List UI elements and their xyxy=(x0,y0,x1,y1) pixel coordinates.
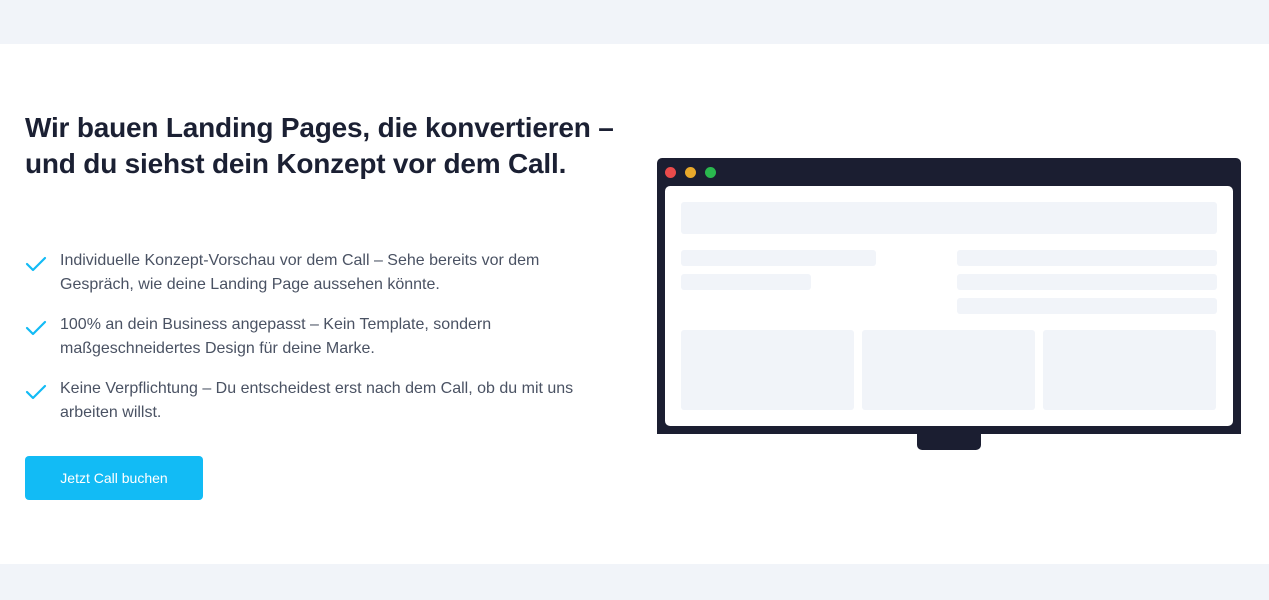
feature-list: Individuelle Konzept-Vorschau vor dem Ca… xyxy=(25,249,605,441)
hero-text-column: Wir bauen Landing Pages, die konvertiere… xyxy=(25,110,625,182)
placeholder-line xyxy=(957,274,1217,290)
placeholder-card xyxy=(862,330,1035,410)
placeholder-line xyxy=(681,274,811,290)
top-section-band xyxy=(0,0,1269,44)
feature-text: 100% an dein Business angepasst – Kein T… xyxy=(60,316,492,357)
book-call-button[interactable]: Jetzt Call buchen xyxy=(25,456,203,500)
placeholder-card xyxy=(681,330,854,410)
check-icon xyxy=(25,319,47,337)
placeholder-line xyxy=(957,250,1217,266)
placeholder-line xyxy=(957,298,1217,314)
hero-headline: Wir bauen Landing Pages, die konvertiere… xyxy=(25,112,614,179)
feature-item: Keine Verpflichtung – Du entscheidest er… xyxy=(25,377,605,441)
feature-text: Individuelle Konzept-Vorschau vor dem Ca… xyxy=(60,252,540,293)
window-close-dot xyxy=(665,167,676,178)
feature-item: 100% an dein Business angepasst – Kein T… xyxy=(25,313,605,377)
landing-page-mockup xyxy=(657,158,1241,450)
window-minimize-dot xyxy=(685,167,696,178)
check-icon xyxy=(25,255,47,273)
feature-item: Individuelle Konzept-Vorschau vor dem Ca… xyxy=(25,249,605,313)
placeholder-line xyxy=(681,250,876,266)
check-icon xyxy=(25,383,47,401)
placeholder-card xyxy=(1043,330,1216,410)
feature-text: Keine Verpflichtung – Du entscheidest er… xyxy=(60,380,574,421)
placeholder-header-bar xyxy=(681,202,1217,234)
monitor-stand xyxy=(917,434,981,450)
browser-window-frame xyxy=(657,158,1241,434)
mockup-screen xyxy=(665,186,1233,426)
window-maximize-dot xyxy=(705,167,716,178)
bottom-section-band xyxy=(0,564,1269,600)
